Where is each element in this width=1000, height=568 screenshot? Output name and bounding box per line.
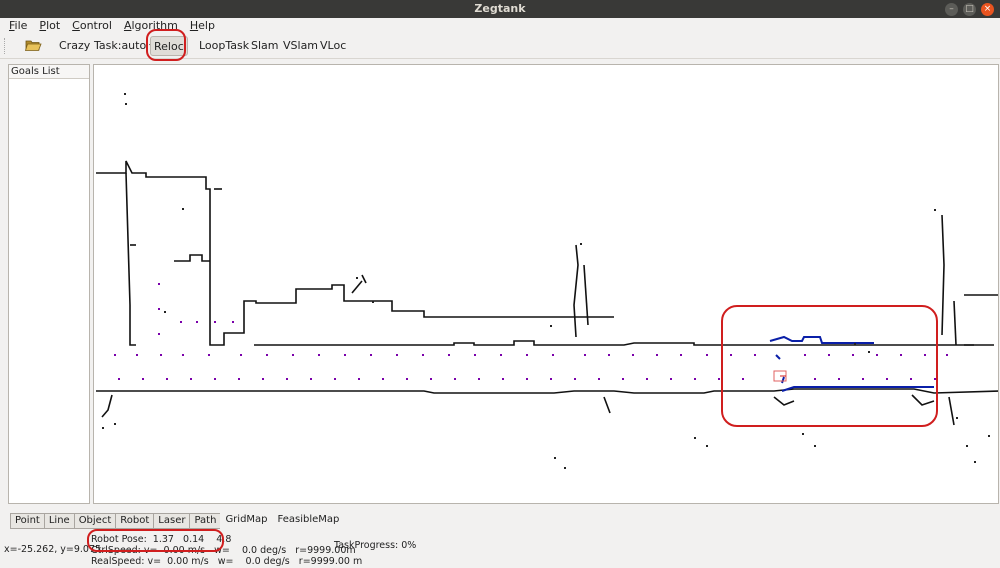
title-bar: Zegtank – □ × — [0, 0, 1000, 18]
menu-plot[interactable]: Plot — [39, 18, 60, 33]
slam-button[interactable]: Slam — [251, 39, 279, 53]
task-mode-dropdown[interactable]: Task:auto — [94, 39, 156, 53]
menu-algorithm[interactable]: Algorithm — [124, 18, 178, 33]
tab-robot[interactable]: Robot — [115, 513, 154, 529]
tab-laser[interactable]: Laser — [153, 513, 190, 529]
menu-help[interactable]: Help — [190, 18, 215, 33]
menu-control[interactable]: Control — [72, 18, 112, 33]
folder-open-icon[interactable] — [24, 36, 42, 54]
tab-object[interactable]: Object — [73, 513, 116, 529]
vslam-button[interactable]: VSlam — [283, 39, 318, 53]
map-canvas[interactable] — [93, 64, 999, 504]
tab-gridmap[interactable]: GridMap — [220, 513, 272, 529]
grid-map-plot[interactable] — [94, 65, 999, 504]
goals-list-panel[interactable]: Goals List — [8, 64, 90, 504]
close-icon[interactable]: × — [981, 3, 994, 16]
map-walls — [96, 160, 998, 426]
minimize-icon[interactable]: – — [945, 3, 958, 16]
tab-point[interactable]: Point — [10, 513, 44, 529]
goals-list-header: Goals List — [9, 65, 89, 79]
crazy-button[interactable]: Crazy — [59, 39, 90, 53]
tab-path[interactable]: Path — [189, 513, 221, 529]
menu-file[interactable]: File — [9, 18, 27, 33]
tab-feasiblemap[interactable]: FeasibleMap — [273, 513, 345, 529]
cursor-coordinates: x=-25.262, y=9.075 — [4, 544, 102, 555]
toolbar-grip[interactable] — [4, 38, 7, 54]
plot-layer-tabs: Point Line Object Robot Laser Path GridM… — [10, 513, 344, 529]
maximize-icon[interactable]: □ — [963, 3, 976, 16]
path-points — [114, 283, 948, 380]
looptask-button[interactable]: LoopTask — [199, 39, 249, 53]
vloc-button[interactable]: VLoc — [320, 39, 346, 53]
task-mode-label: Task:auto — [94, 39, 147, 52]
task-progress: TaskProgress: 0% — [334, 540, 417, 551]
status-area: x=-25.262, y=9.075 Robot Pose: 1.37 0.14… — [0, 531, 1000, 568]
tab-line[interactable]: Line — [43, 513, 74, 529]
reloc-button[interactable]: Reloc — [150, 36, 188, 56]
menu-bar: File Plot Control Algorithm Help — [0, 18, 1000, 33]
window-title: Zegtank — [474, 2, 526, 15]
toolbar: Crazy Task:auto Reloc LoopTask Slam VSla… — [0, 33, 1000, 59]
scan-noise — [102, 93, 990, 469]
real-speed: RealSpeed: v= 0.00 m/s w= 0.0 deg/s r=99… — [91, 556, 363, 567]
